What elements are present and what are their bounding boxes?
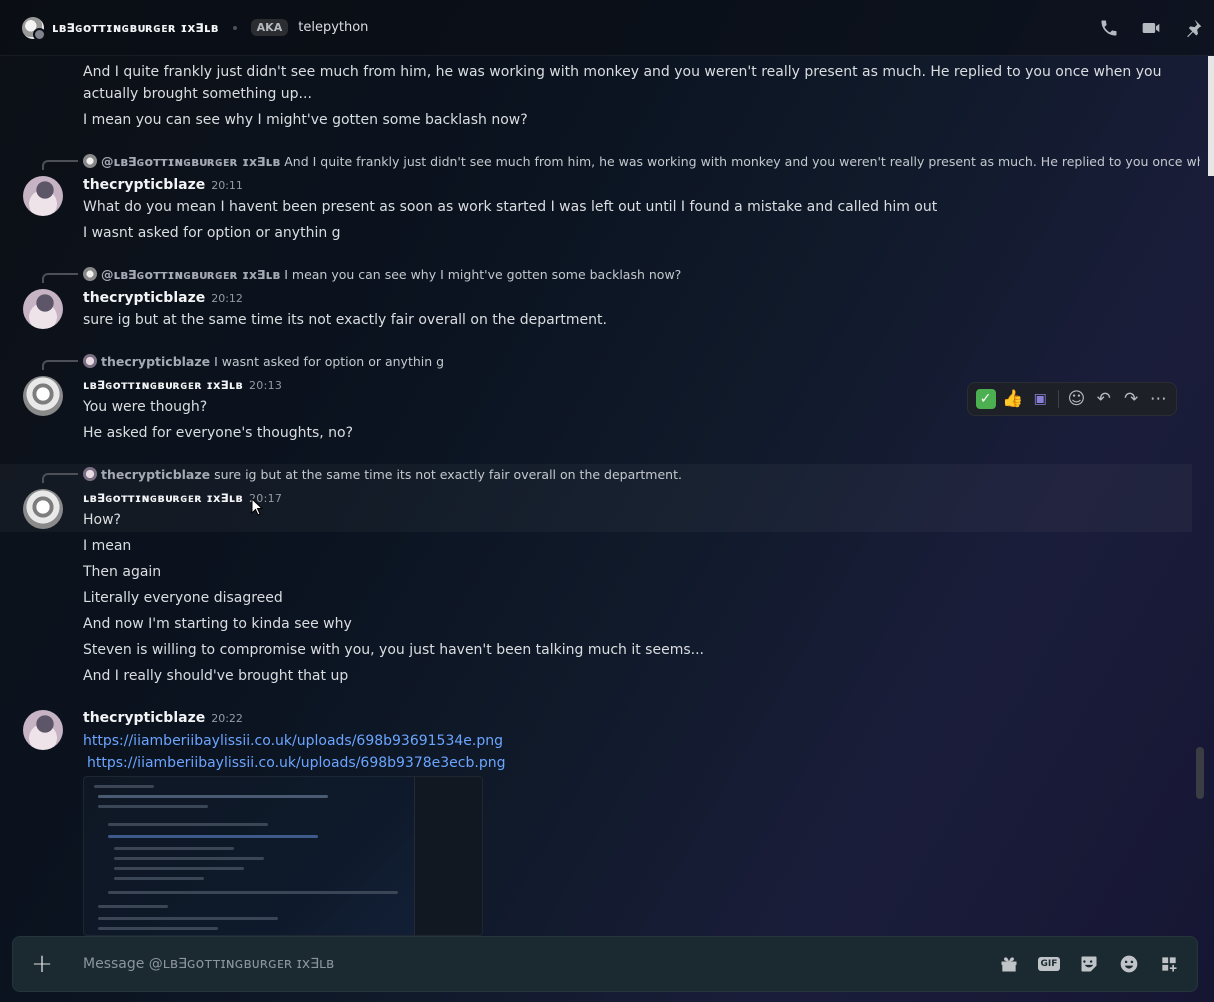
reply-spine (42, 273, 78, 283)
reply-avatar (83, 267, 97, 281)
message-list: And I quite frankly just didn't see much… (0, 56, 1200, 936)
message-text: sure ig but at the same time its not exa… (83, 312, 607, 328)
reply-avatar (83, 354, 97, 368)
embed-sidebar (414, 777, 482, 935)
message-text: And I quite frankly just didn't see much… (83, 64, 1162, 80)
check-reaction[interactable]: ✓ (972, 385, 999, 413)
reply-preview[interactable]: @ʟʙ∃ɢᴏᴛᴛɪɴɢʙᴜʀɢᴇʀ ɪx∃ʟʙ And I quite fran… (83, 152, 1200, 170)
message-text: I mean you can see why I might've gotten… (83, 112, 528, 128)
timestamp: 20:11 (211, 179, 243, 192)
more-icon[interactable]: ⋯ (1145, 385, 1172, 413)
message-hover-toolbar: ✓ 👍 ▣ ☺ ↶ ↷ ⋯ (967, 382, 1177, 416)
username[interactable]: thecrypticblaze (83, 710, 205, 726)
username[interactable]: ʟʙ∃ɢᴏᴛᴛɪɴɢʙᴜʀɢᴇʀ ɪx∃ʟʙ (83, 491, 243, 505)
forward-icon[interactable]: ↷ (1117, 385, 1144, 413)
message-link[interactable]: https://iiamberiibaylissii.co.uk/uploads… (87, 752, 505, 774)
message-text: actually brought something up... (83, 86, 312, 102)
reply-username[interactable]: @ʟʙ∃ɢᴏᴛᴛɪɴɢʙᴜʀɢᴇʀ ɪx∃ʟʙ (101, 154, 280, 169)
message-input[interactable] (71, 936, 989, 992)
video-icon[interactable] (1130, 0, 1172, 56)
avatar[interactable] (23, 376, 63, 416)
message-text: And I really should've brought that up (83, 668, 349, 684)
message-text: Then again (83, 564, 162, 580)
reply-text[interactable]: I mean you can see why I might've gotten… (284, 267, 681, 282)
message-text: And now I'm starting to kinda see why (83, 616, 352, 632)
message-text: Steven is willing to compromise with you… (83, 642, 704, 658)
reply-username[interactable]: @ʟʙ∃ɢᴏᴛᴛɪɴɢʙᴜʀɢᴇʀ ɪx∃ʟʙ (101, 267, 280, 282)
username[interactable]: thecrypticblaze (83, 177, 205, 193)
gift-icon[interactable] (989, 944, 1029, 984)
reply-text[interactable]: I wasnt asked for option or anythin g (214, 354, 444, 369)
reply-spine (42, 160, 78, 170)
reply-username[interactable]: thecrypticblaze (101, 354, 210, 369)
message-text: How? (83, 512, 121, 528)
robot-reaction[interactable]: ▣ (1027, 385, 1054, 413)
pin-icon[interactable] (1172, 0, 1214, 56)
window-edge (1208, 56, 1214, 176)
reply-preview[interactable]: thecrypticblaze sure ig but at the same … (83, 465, 682, 483)
reply-text[interactable]: And I quite frankly just didn't see much… (284, 154, 1200, 169)
dm-recipient-name[interactable]: ʟʙ∃ɢᴏᴛᴛɪɴɢʙᴜʀɢᴇʀ ɪx∃ʟʙ (52, 21, 219, 35)
add-attachment-button[interactable]: + (13, 936, 71, 992)
message-text: What do you mean I havent been present a… (83, 199, 938, 215)
message-text: Literally everyone disagreed (83, 590, 283, 606)
avatar[interactable] (23, 489, 63, 529)
apps-icon[interactable] (1149, 944, 1189, 984)
timestamp: 20:13 (249, 379, 283, 392)
reply-spine (42, 473, 78, 483)
phone-icon[interactable] (1088, 0, 1130, 56)
username[interactable]: ʟʙ∃ɢᴏᴛᴛɪɴɢʙᴜʀɢᴇʀ ɪx∃ʟʙ (83, 378, 243, 392)
scrollbar-thumb[interactable] (1196, 747, 1204, 799)
gif-button[interactable]: GIF (1029, 944, 1069, 984)
message-author[interactable]: ʟʙ∃ɢᴏᴛᴛɪɴɢʙᴜʀɢᴇʀ ɪx∃ʟʙ 20:13 (83, 378, 282, 392)
message-composer: + GIF (12, 936, 1198, 992)
timestamp: 20:22 (211, 712, 243, 725)
message-text: He asked for everyone's thoughts, no? (83, 425, 354, 441)
thumbs-up-reaction[interactable]: 👍 (999, 385, 1026, 413)
reply-icon[interactable]: ↶ (1090, 385, 1117, 413)
dm-header: ʟʙ∃ɢᴏᴛᴛɪɴɢʙᴜʀɢᴇʀ ɪx∃ʟʙ AKA telepython (0, 0, 1214, 56)
avatar[interactable] (23, 289, 63, 329)
message-text: You were though? (83, 399, 208, 415)
message-link[interactable]: https://iiamberiibaylissii.co.uk/uploads… (83, 730, 503, 752)
emoji-icon[interactable] (1109, 944, 1149, 984)
aka-badge: AKA (250, 19, 289, 36)
timestamp: 20:12 (211, 292, 243, 305)
reply-username[interactable]: thecrypticblaze (101, 467, 210, 482)
separator-dot (232, 25, 237, 30)
reply-text[interactable]: sure ig but at the same time its not exa… (214, 467, 682, 482)
message-author[interactable]: thecrypticblaze 20:12 (83, 290, 243, 306)
avatar[interactable] (23, 710, 63, 750)
message-author[interactable]: thecrypticblaze 20:22 (83, 710, 243, 726)
alias-text: telepython (298, 20, 369, 35)
reply-preview[interactable]: thecrypticblaze I wasnt asked for option… (83, 352, 444, 370)
avatar[interactable] (23, 176, 63, 216)
reply-avatar (83, 467, 97, 481)
username[interactable]: thecrypticblaze (83, 290, 205, 306)
sticker-icon[interactable] (1069, 944, 1109, 984)
image-embed[interactable] (83, 776, 483, 936)
toolbar-divider (1057, 390, 1059, 408)
avatar[interactable] (22, 16, 46, 41)
mouse-cursor (251, 498, 263, 516)
message-text: I wasnt asked for option or anythin g (83, 225, 341, 241)
message-author[interactable]: thecrypticblaze 20:11 (83, 177, 243, 193)
add-reaction-icon[interactable]: ☺ (1063, 385, 1090, 413)
reply-avatar (83, 154, 97, 168)
reply-preview[interactable]: @ʟʙ∃ɢᴏᴛᴛɪɴɢʙᴜʀɢᴇʀ ɪx∃ʟʙ I mean you can s… (83, 265, 681, 283)
reply-spine (42, 360, 78, 370)
message-text: I mean (83, 538, 132, 554)
gif-label: GIF (1037, 957, 1061, 971)
